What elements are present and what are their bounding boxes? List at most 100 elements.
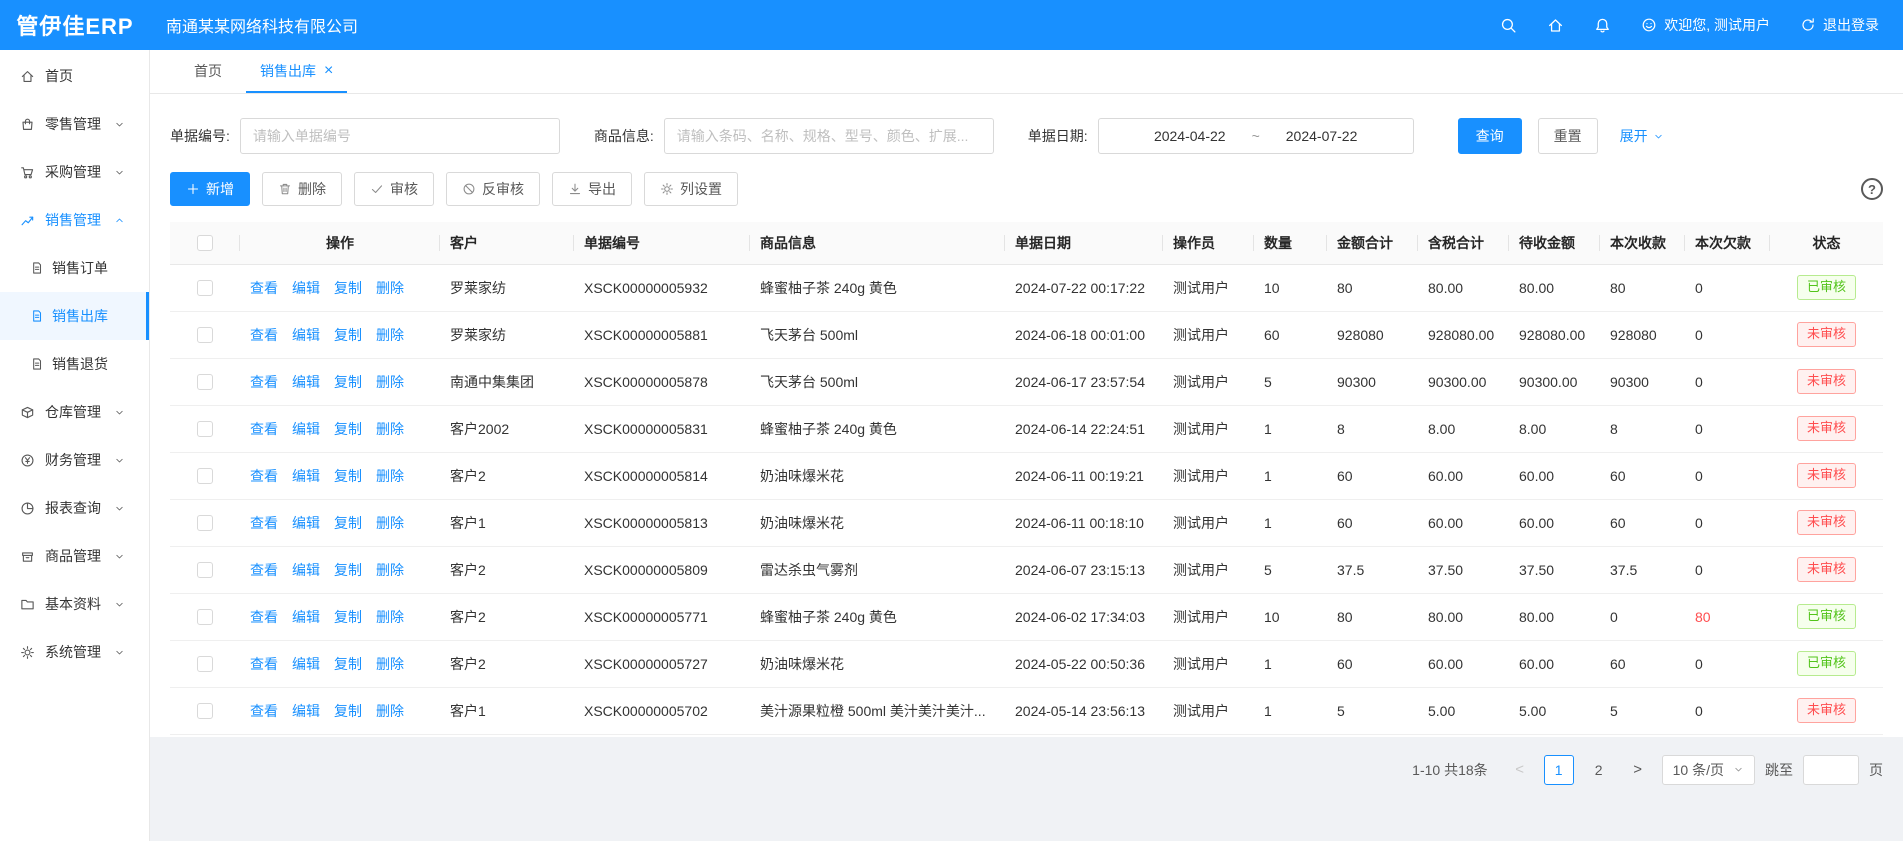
edit-link[interactable]: 编辑 <box>292 280 320 296</box>
row-checkbox[interactable] <box>197 280 213 296</box>
column-settings-button[interactable]: 列设置 <box>644 172 738 206</box>
logout-button[interactable]: 退出登录 <box>1800 15 1879 35</box>
sidebar-item-purchase[interactable]: 采购管理 <box>0 148 149 196</box>
row-checkbox[interactable] <box>197 656 213 672</box>
delete-link[interactable]: 删除 <box>376 656 404 672</box>
view-link[interactable]: 查看 <box>250 703 278 719</box>
sidebar-item-sales[interactable]: 销售管理 <box>0 196 149 244</box>
copy-link[interactable]: 复制 <box>334 609 362 625</box>
view-link[interactable]: 查看 <box>250 468 278 484</box>
row-checkbox[interactable] <box>197 515 213 531</box>
edit-link[interactable]: 编辑 <box>292 562 320 578</box>
sidebar-item-finance[interactable]: 财务管理 <box>0 436 149 484</box>
delete-button[interactable]: 删除 <box>262 172 342 206</box>
view-link[interactable]: 查看 <box>250 374 278 390</box>
edit-link[interactable]: 编辑 <box>292 421 320 437</box>
delete-link[interactable]: 删除 <box>376 327 404 343</box>
search-button[interactable]: 查询 <box>1458 118 1522 154</box>
select-all-checkbox[interactable] <box>197 235 213 251</box>
unaudit-button[interactable]: 反审核 <box>446 172 540 206</box>
row-checkbox[interactable] <box>197 703 213 719</box>
sidebar-item-basic[interactable]: 基本资料 <box>0 580 149 628</box>
welcome-user[interactable]: 欢迎您, 测试用户 <box>1641 15 1770 35</box>
copy-link[interactable]: 复制 <box>334 656 362 672</box>
delete-link[interactable]: 删除 <box>376 562 404 578</box>
row-checkbox[interactable] <box>197 327 213 343</box>
edit-link[interactable]: 编辑 <box>292 609 320 625</box>
copy-link[interactable]: 复制 <box>334 374 362 390</box>
view-link[interactable]: 查看 <box>250 656 278 672</box>
row-checkbox[interactable] <box>197 468 213 484</box>
delete-link[interactable]: 删除 <box>376 421 404 437</box>
view-link[interactable]: 查看 <box>250 280 278 296</box>
view-link[interactable]: 查看 <box>250 421 278 437</box>
delete-link[interactable]: 删除 <box>376 515 404 531</box>
actions-cell: 查看编辑复制删除 <box>240 499 440 546</box>
sidebar-item-home[interactable]: 首页 <box>0 52 149 100</box>
product-cell: 飞天茅台 500ml <box>750 358 1005 405</box>
next-page-button[interactable]: > <box>1624 755 1652 785</box>
search-icon[interactable] <box>1500 17 1517 34</box>
header-checkbox-cell <box>170 222 240 264</box>
export-button[interactable]: 导出 <box>552 172 632 206</box>
view-link[interactable]: 查看 <box>250 609 278 625</box>
sidebar-item-sales-return[interactable]: 销售退货 <box>0 340 149 388</box>
edit-link[interactable]: 编辑 <box>292 515 320 531</box>
tab-home[interactable]: 首页 <box>180 50 236 93</box>
delete-link[interactable]: 删除 <box>376 374 404 390</box>
view-link[interactable]: 查看 <box>250 515 278 531</box>
delete-link[interactable]: 删除 <box>376 468 404 484</box>
expand-filters-toggle[interactable]: 展开 <box>1620 126 1664 146</box>
close-icon[interactable]: × <box>324 63 333 79</box>
page-size-select[interactable]: 10 条/页 <box>1662 755 1755 785</box>
date-from-value[interactable]: 2024-04-22 <box>1154 128 1226 144</box>
copy-link[interactable]: 复制 <box>334 327 362 343</box>
edit-link[interactable]: 编辑 <box>292 374 320 390</box>
sidebar-item-warehouse[interactable]: 仓库管理 <box>0 388 149 436</box>
page-number-2[interactable]: 2 <box>1584 755 1614 785</box>
delete-link[interactable]: 删除 <box>376 280 404 296</box>
qty-cell: 1 <box>1254 405 1327 452</box>
edit-link[interactable]: 编辑 <box>292 703 320 719</box>
prev-page-button[interactable]: < <box>1506 755 1534 785</box>
bill-no-input[interactable] <box>240 118 560 154</box>
date-range-picker[interactable]: 2024-04-22 ~ 2024-07-22 <box>1098 118 1414 154</box>
company-name: 南通某某网络科技有限公司 <box>166 13 358 37</box>
jump-to-input[interactable] <box>1803 755 1859 785</box>
edit-link[interactable]: 编辑 <box>292 656 320 672</box>
reset-button[interactable]: 重置 <box>1538 118 1598 154</box>
sidebar-item-retail[interactable]: 零售管理 <box>0 100 149 148</box>
edit-link[interactable]: 编辑 <box>292 468 320 484</box>
copy-link[interactable]: 复制 <box>334 421 362 437</box>
column-header: 操作 <box>240 222 440 264</box>
copy-link[interactable]: 复制 <box>334 280 362 296</box>
home-icon[interactable] <box>1547 17 1564 34</box>
view-link[interactable]: 查看 <box>250 327 278 343</box>
operator-cell: 测试用户 <box>1163 640 1254 687</box>
copy-link[interactable]: 复制 <box>334 562 362 578</box>
copy-link[interactable]: 复制 <box>334 703 362 719</box>
add-button[interactable]: 新增 <box>170 172 250 206</box>
copy-link[interactable]: 复制 <box>334 468 362 484</box>
sidebar-item-system[interactable]: 系统管理 <box>0 628 149 676</box>
sidebar-item-sales-outbound[interactable]: 销售出库 <box>0 292 149 340</box>
help-icon[interactable]: ? <box>1861 178 1883 200</box>
row-checkbox[interactable] <box>197 562 213 578</box>
bell-icon[interactable] <box>1594 17 1611 34</box>
sidebar-item-sales-order[interactable]: 销售订单 <box>0 244 149 292</box>
product-info-input[interactable] <box>664 118 994 154</box>
copy-link[interactable]: 复制 <box>334 515 362 531</box>
sidebar-item-report[interactable]: 报表查询 <box>0 484 149 532</box>
delete-link[interactable]: 删除 <box>376 703 404 719</box>
date-to-value[interactable]: 2024-07-22 <box>1286 128 1358 144</box>
sidebar-item-product[interactable]: 商品管理 <box>0 532 149 580</box>
audit-button[interactable]: 审核 <box>354 172 434 206</box>
row-checkbox[interactable] <box>197 374 213 390</box>
page-number-1[interactable]: 1 <box>1544 755 1574 785</box>
edit-link[interactable]: 编辑 <box>292 327 320 343</box>
row-checkbox[interactable] <box>197 421 213 437</box>
delete-link[interactable]: 删除 <box>376 609 404 625</box>
tab-sales-outbound[interactable]: 销售出库× <box>246 50 347 93</box>
view-link[interactable]: 查看 <box>250 562 278 578</box>
row-checkbox[interactable] <box>197 609 213 625</box>
